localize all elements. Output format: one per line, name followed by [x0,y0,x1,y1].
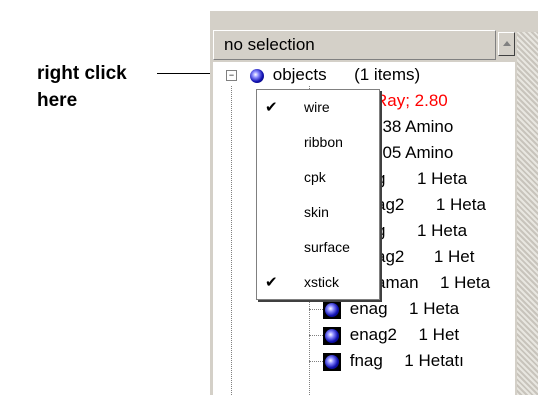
object-orb-icon [250,68,264,83]
tree-row[interactable]: ag2 1 Heta [376,192,486,218]
callout-line-2: here [37,90,78,111]
menu-item-label: surface [304,239,350,255]
hetatm-orb-icon [323,326,341,345]
tree-row-name: ag2 [376,195,405,214]
tree-row[interactable]: fnag 1 Hetatı [323,348,464,374]
menu-item-ribbon[interactable]: ribbon [257,125,379,160]
tree-row-desc: 1 Heta [416,221,468,240]
tree-guide-line [309,361,323,362]
column-header[interactable]: no selection [213,30,496,60]
tree-row[interactable]: 338 Amino [373,114,453,140]
menu-item-label: skin [304,204,329,220]
tree-row-desc: 1 Het [433,247,475,266]
tree-row-desc: 1 Heta [409,299,460,318]
menu-item-label: ribbon [304,134,343,150]
checkmark-icon: ✔ [265,99,278,116]
tree-row-name: fnag [349,351,383,370]
vertical-scrollbar-track[interactable] [517,32,538,395]
panel-top-strip [210,10,538,31]
tree-row-desc: 1 Heta [440,273,491,292]
tree-row[interactable]: ag2 1 Het [376,244,474,270]
tree-row-desc: 1 Het [418,325,460,344]
tree-row[interactable]: enag2 1 Het [323,322,459,348]
tree-row[interactable]: 305 Amino [373,140,453,166]
tree-guide-line [231,86,232,395]
menu-item-label: wire [304,99,330,115]
tree-guide-line [309,335,323,336]
display-style-context-menu: ✔ wire ribbon cpk skin surface ✔ xstick [256,89,380,300]
menu-item-xstick[interactable]: ✔ xstick [257,265,379,300]
hetatm-orb-icon [323,352,341,371]
checkmark-icon: ✔ [265,274,278,291]
tree-row-desc: 1 Hetatı [404,351,464,370]
menu-item-surface[interactable]: surface [257,230,379,265]
tree-row-name: ag2 [376,247,405,266]
menu-item-skin[interactable]: skin [257,195,379,230]
tree-root-name: objects [272,65,327,84]
menu-item-cpk[interactable]: cpk [257,160,379,195]
scroll-up-button[interactable] [498,32,515,56]
tree-root-count: (1 items) [354,65,421,84]
tree-row[interactable]: g 1 Heta [376,166,467,192]
menu-item-label: xstick [304,274,339,290]
tree-row-desc: 338 Amino [373,117,454,136]
hetatm-orb-icon [323,300,341,319]
tree-row-name: aman [376,273,419,292]
tree-guide-line [309,309,323,310]
tree-row[interactable]: g 1 Heta [376,218,467,244]
callout-text: right click here [37,60,127,114]
tree-row-name: enag [349,299,388,318]
menu-item-label: cpk [304,169,326,185]
tree-root-row[interactable]: objects (1 items) [250,62,420,88]
tree-row-desc: 1 Heta [435,195,486,214]
expand-collapse-icon[interactable]: − [226,70,237,81]
callout-line-1: right click [37,63,127,84]
tree-row[interactable]: aman 1 Heta [376,270,490,296]
tree-row-desc: 1 Heta [416,169,468,188]
menu-item-wire[interactable]: ✔ wire [257,90,379,125]
tree-row-desc: 305 Amino [373,143,454,162]
tree-row-name: enag2 [349,325,398,344]
